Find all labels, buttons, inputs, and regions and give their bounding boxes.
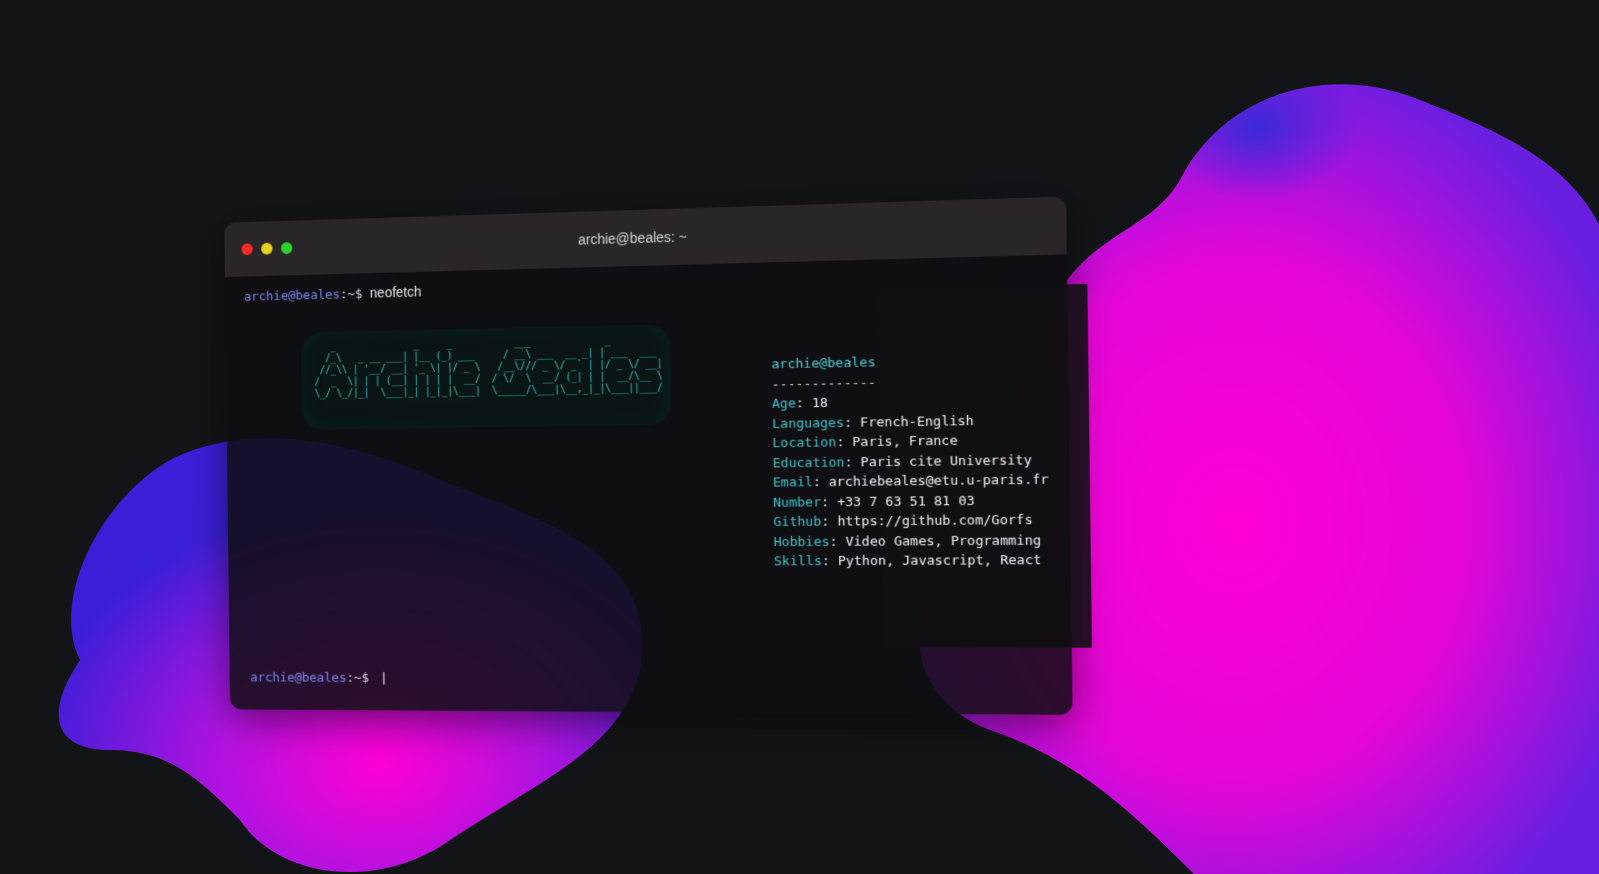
info-row-email: Email: archiebeales@etu.u-paris.fr: [772, 472, 1049, 491]
prompt-suffix: :~$: [339, 287, 363, 303]
prompt-user: archie@beales: [243, 287, 341, 305]
close-button[interactable]: [241, 243, 253, 256]
info-row-skills: Skills: Python, Javascript, React: [773, 552, 1042, 570]
info-row-github: Github: https://github.com/Gorfs: [773, 512, 1033, 531]
window-titlebar[interactable]: archie@beales: ~: [224, 196, 1067, 278]
prompt-user: archie@beales: [250, 670, 347, 686]
desktop-background: archie@beales: ~ archie@beales:~$ neofet…: [0, 0, 1599, 874]
terminal-window[interactable]: archie@beales: ~ archie@beales:~$ neofet…: [224, 196, 1092, 715]
maximize-button[interactable]: [280, 242, 293, 255]
ascii-art-text: _ _ _ ___ _ /_\ _ __ ___| |__ (_) ___ / …: [308, 333, 692, 400]
info-row-number: Number: +33 7 63 51 81 03: [773, 493, 975, 511]
command-text: neofetch: [369, 283, 422, 301]
minimize-button[interactable]: [261, 242, 273, 255]
ascii-art-banner: _ _ _ ___ _ /_\ _ __ ___| |__ (_) ___ / …: [300, 324, 692, 430]
prompt-suffix: :~$: [346, 670, 369, 686]
window-title: archie@beales: ~: [577, 228, 688, 248]
input-line[interactable]: archie@beales:~$ |: [250, 671, 388, 686]
info-row-hobbies: Hobbies: Video Games, Programming: [773, 532, 1042, 550]
window-controls: [241, 242, 293, 256]
text-cursor[interactable]: |: [380, 671, 388, 686]
system-info: archie@beales ------------- Age: 18 Lang…: [771, 350, 1049, 572]
command-line: archie@beales:~$ neofetch: [244, 284, 422, 305]
